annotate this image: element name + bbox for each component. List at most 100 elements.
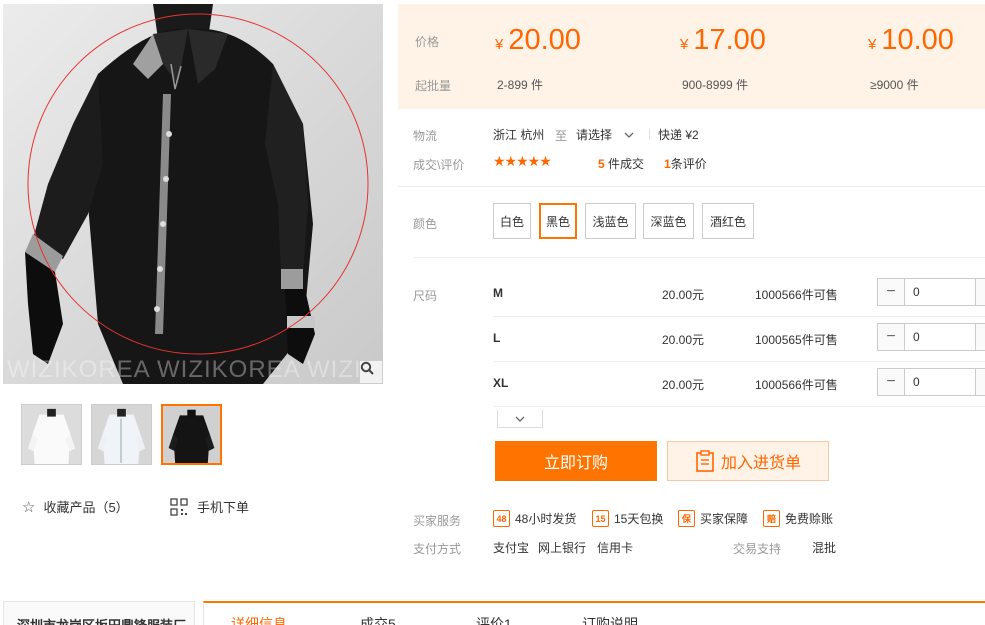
deals-label: 成交\评价 [413, 158, 465, 172]
star-outline-icon: ☆ [22, 498, 36, 516]
size-stock: 1000565件可售 [755, 333, 838, 347]
mobile-order-label: 手机下单 [197, 500, 250, 515]
size-row-xl: XL 20.00元 1000566件可售 − [413, 362, 985, 407]
favorite-product-link[interactable]: ☆ 收藏产品（5） [22, 497, 129, 516]
qr-code-icon [170, 497, 188, 516]
decrement-button[interactable]: − [878, 279, 905, 305]
thumbnail-black-shirt[interactable] [161, 404, 222, 465]
payment-online-bank: 网上银行 [538, 541, 587, 555]
destination-value: 请选择 [576, 128, 613, 142]
size-price: 20.00元 [662, 378, 705, 392]
size-row-m: M 20.00元 1000566件可售 − [413, 272, 985, 317]
rating-stars: ★★★★★ [493, 153, 552, 169]
main-product-image[interactable]: WIZIKOREA WIZIKOREA WIZIKOR [3, 4, 383, 384]
credit-icon: 赔 [763, 510, 780, 527]
payment-credit-card: 信用卡 [597, 541, 634, 555]
thumbnail-white-shirt[interactable] [21, 404, 82, 465]
tab-deals[interactable]: 成交5 [360, 614, 396, 625]
chevron-down-icon [624, 132, 634, 138]
payment-label: 支付方式 [413, 542, 462, 556]
color-option-white[interactable]: 白色 [493, 203, 531, 239]
detail-tabs: 详细信息 成交5 评价1 订购说明 [203, 601, 985, 625]
service-text: 买家保障 [700, 512, 749, 526]
service-free-credit: 赔 免费赊账 [763, 510, 833, 527]
size-name: XL [493, 376, 509, 390]
color-label: 颜色 [413, 217, 438, 231]
favorite-label: 收藏产品（5） [43, 500, 129, 515]
watermark: WIZIKOREA WIZIKOREA WIZIKOR [7, 356, 383, 383]
increment-button[interactable] [975, 369, 985, 395]
shipping-48h-icon: 48 [493, 510, 510, 527]
divider [398, 186, 985, 187]
services-label: 买家服务 [413, 514, 462, 528]
qty-range-1: 2-899 件 [497, 78, 544, 92]
add-to-cart-button[interactable]: 加入进货单 [667, 441, 829, 481]
trade-support-value: 混批 [812, 541, 837, 555]
color-option-light-blue[interactable]: 浅蓝色 [585, 203, 636, 239]
service-text: 免费赊账 [785, 512, 834, 526]
quantity-input[interactable] [905, 279, 975, 305]
price-tier-3: ¥10.00 [868, 24, 954, 56]
quantity-input[interactable] [905, 324, 975, 350]
mobile-order-link[interactable]: 手机下单 [170, 497, 249, 516]
decrement-button[interactable]: − [878, 324, 905, 350]
exchange-15day-icon: 15 [592, 510, 609, 527]
service-text: 48小时发货 [515, 512, 577, 526]
expand-sizes-button[interactable] [497, 410, 543, 428]
size-stock: 1000566件可售 [755, 288, 838, 302]
tab-details[interactable]: 详细信息 [231, 614, 287, 625]
deal-count-link[interactable]: 5 件成交 [598, 155, 644, 172]
size-price: 20.00元 [662, 288, 705, 302]
size-price: 20.00元 [662, 333, 705, 347]
magnifier-icon [360, 361, 374, 375]
price-tier-2: ¥17.00 [680, 24, 766, 56]
service-48h-shipping: 48 48小时发货 [493, 510, 576, 527]
color-option-dark-blue[interactable]: 深蓝色 [643, 203, 694, 239]
chevron-down-icon [515, 416, 525, 422]
price-tier-1: ¥20.00 [495, 24, 581, 56]
service-15day-exchange: 15 15天包换 [592, 510, 663, 527]
divider [493, 406, 985, 407]
payment-alipay: 支付宝 [493, 541, 530, 555]
increment-button[interactable] [975, 324, 985, 350]
quantity-stepper: − [877, 323, 985, 351]
color-option-black[interactable]: 黑色 [539, 203, 577, 239]
thumbnail-white-striped-shirt[interactable] [91, 404, 152, 465]
increment-button[interactable] [975, 279, 985, 305]
qty-range-3: ≥9000 件 [870, 78, 919, 92]
size-stock: 1000566件可售 [755, 378, 838, 392]
destination-select[interactable]: 请选择 [576, 126, 634, 143]
express-fee: 快递 ¥2 [658, 128, 699, 142]
qty-range-2: 900-8999 件 [682, 78, 749, 92]
buy-now-button[interactable]: 立即订购 [495, 441, 657, 481]
tab-reviews[interactable]: 评价1 [476, 614, 512, 625]
shirt-photo [25, 4, 369, 384]
tab-order-notes[interactable]: 订购说明 [582, 614, 638, 625]
color-option-wine-red[interactable]: 酒红色 [702, 203, 754, 239]
review-count-link[interactable]: 1条评价 [664, 155, 707, 172]
decrement-button[interactable]: − [878, 369, 905, 395]
shop-name[interactable]: 深圳市龙岗区坂田鼎锋服装厂 [3, 601, 195, 625]
quantity-stepper: − [877, 368, 985, 396]
size-name: L [493, 331, 501, 345]
thumbnail-strip [21, 404, 222, 465]
logistics-origin: 浙江 杭州 [493, 128, 545, 142]
add-to-cart-label: 加入进货单 [720, 455, 801, 472]
size-row-l: L 20.00元 1000565件可售 − [413, 317, 985, 362]
divider [413, 257, 985, 258]
price-panel: 价格 起批量 ¥20.00 ¥17.00 ¥10.00 2-899 件 900-… [398, 4, 985, 109]
trade-support-label: 交易支持 [733, 542, 782, 556]
service-text: 15天包换 [614, 512, 664, 526]
logistics-to: 至 [555, 129, 568, 143]
price-label: 价格 [415, 35, 440, 49]
logistics-label: 物流 [413, 129, 438, 143]
quantity-stepper: − [877, 278, 985, 306]
service-buyer-protection: 保 买家保障 [678, 510, 748, 527]
zoom-button[interactable] [359, 360, 383, 384]
divider-bar: | [648, 126, 652, 140]
clipboard-icon [696, 450, 714, 472]
moq-label: 起批量 [415, 79, 452, 93]
size-name: M [493, 286, 503, 300]
shield-icon: 保 [678, 510, 695, 527]
quantity-input[interactable] [905, 369, 975, 395]
